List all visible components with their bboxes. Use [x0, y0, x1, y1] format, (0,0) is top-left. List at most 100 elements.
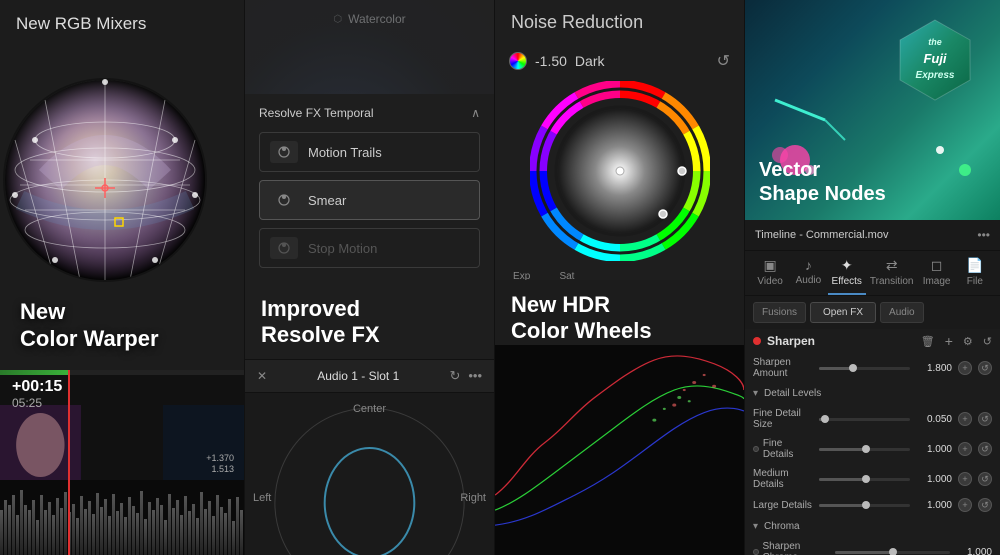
chroma-label: Chroma [764, 521, 800, 532]
fine-details-add-btn[interactable]: + [958, 442, 972, 456]
color-warper-title: New Color Warper [20, 299, 159, 352]
crosshair-coords: +1.370 1.513 [206, 453, 234, 475]
sharpen-chroma-slider[interactable] [835, 551, 950, 554]
sharpen-chroma-dot [753, 549, 759, 555]
exp-label: Exp [513, 271, 530, 280]
fine-detail-size-add-btn[interactable]: + [958, 412, 972, 426]
color-wheel-svg [530, 81, 710, 261]
audio-close-btn[interactable]: ✕ [257, 369, 267, 383]
tab-transition[interactable]: ⇄ Transition [866, 251, 918, 295]
audio-refresh-icon[interactable]: ↻ [449, 368, 460, 384]
panel-rgb-mixers: New RGB Mixers [0, 0, 245, 555]
fine-details-label-group: Fine Details [753, 438, 813, 460]
svg-text:the: the [928, 37, 942, 47]
fx-stop-motion[interactable]: Stop Motion [259, 228, 480, 268]
exp-param: Exp 0.00 [509, 271, 534, 280]
tab-image[interactable]: ◻ Image [917, 251, 955, 295]
medium-details-label: Medium Details [753, 468, 813, 490]
chroma-header[interactable]: ▾ Chroma [753, 516, 992, 537]
fine-details-fill [819, 448, 864, 451]
sharpen-chroma-value: 1.000 [956, 547, 992, 555]
sharpen-amount-add-btn[interactable]: + [958, 361, 972, 375]
fine-details-slider[interactable] [819, 448, 910, 451]
sharpen-delete-icon[interactable]: 🗑 [921, 335, 935, 348]
sharpen-amount-value: 1.800 [916, 363, 952, 374]
large-details-label: Large Details [753, 500, 813, 511]
audio-btn[interactable]: Audio [880, 302, 924, 323]
detail-chevron-icon: ▾ [753, 388, 758, 399]
fine-detail-size-more-btn[interactable]: ↺ [978, 412, 992, 426]
fine-details-label: Fine Details [763, 438, 814, 460]
motion-trails-icon [270, 141, 298, 163]
large-details-slider[interactable] [819, 504, 910, 507]
surround-analyzer: Center Left Right [245, 397, 494, 555]
wheel-reset-btn[interactable]: ↺ [717, 51, 730, 71]
tab-audio[interactable]: ♪ Audio [789, 251, 827, 295]
wheel-header-left: -1.50 Dark [509, 52, 604, 70]
sharpen-chroma-row: Sharpen Chroma 1.000 [753, 537, 992, 555]
fine-details-more-btn[interactable]: ↺ [978, 442, 992, 456]
timeline-bar[interactable] [0, 370, 244, 375]
medium-details-more-btn[interactable]: ↺ [978, 472, 992, 486]
medium-details-add-btn[interactable]: + [958, 472, 972, 486]
tab-effects[interactable]: ✦ Effects [828, 251, 866, 295]
sharpen-amount-dot [849, 364, 857, 372]
vector-shape-line2: Shape Nodes [759, 182, 886, 206]
hdr-title-section: New HDR Color Wheels [495, 280, 744, 345]
tab-file-label: File [967, 276, 983, 287]
fine-details-value: 1.000 [916, 444, 952, 455]
fusions-btn[interactable]: Fusions [753, 302, 806, 323]
sharpen-add-icon[interactable]: + [945, 333, 953, 349]
sharpen-header-row: Sharpen 🗑 + ⚙ ↺ [753, 329, 992, 353]
timeline-more-btn[interactable]: ••• [977, 228, 990, 242]
sharpen-settings-icon[interactable]: ⚙ [963, 335, 973, 348]
tab-file[interactable]: 📄 File [956, 251, 994, 295]
sharpen-chroma-label: Sharpen Chroma [763, 541, 830, 555]
timeline-time-sub: 05:25 [12, 396, 62, 410]
audio-more-icon[interactable]: ••• [468, 368, 482, 384]
detail-levels-header[interactable]: ▾ Detail Levels [753, 383, 992, 404]
video-tab-icon: ▣ [755, 257, 785, 274]
sat-param: Sat 1.00 [554, 271, 579, 280]
sharpen-amount-slider[interactable] [819, 367, 910, 370]
surround-analyzer-section: ✕ Audio 1 - Slot 1 ↻ ••• Center Left [245, 360, 494, 555]
fine-detail-size-slider[interactable] [819, 418, 910, 421]
sharpen-amount-label: Sharpen Amount [753, 357, 813, 379]
sharpen-more-icon[interactable]: ↺ [983, 335, 992, 348]
medium-details-fill [819, 478, 864, 481]
color-wheel-header: -1.50 Dark ↺ [495, 45, 744, 77]
improved-title-line2: Resolve FX [261, 322, 478, 348]
motion-trails-label: Motion Trails [308, 145, 382, 160]
tab-video[interactable]: ▣ Video [751, 251, 789, 295]
open-fx-btn[interactable]: Open FX [810, 302, 876, 323]
wheel-value: -1.50 [535, 53, 567, 69]
fine-detail-size-dot [821, 415, 829, 423]
sharpen-amount-more-btn[interactable]: ↺ [978, 361, 992, 375]
stop-motion-icon [270, 237, 298, 259]
color-wheel[interactable] [530, 81, 710, 261]
stop-motion-label: Stop Motion [308, 241, 377, 256]
noise-title-bar: Noise Reduction [495, 0, 744, 45]
large-details-dot [862, 501, 870, 509]
large-details-add-btn[interactable]: + [958, 498, 972, 512]
medium-details-slider[interactable] [819, 478, 910, 481]
fx-collapse-icon[interactable]: ∧ [471, 106, 480, 120]
fx-smear[interactable]: Smear [259, 180, 480, 220]
sharpen-amount-row: Sharpen Amount 1.800 + ↺ [753, 353, 992, 383]
medium-details-row: Medium Details 1.000 + ↺ [753, 464, 992, 494]
timeline-section: +00:15 05:25 [0, 370, 244, 555]
audio-header: ✕ Audio 1 - Slot 1 ↻ ••• [245, 360, 494, 393]
tab-image-label: Image [923, 276, 951, 287]
waveform-svg [0, 480, 244, 555]
large-details-more-btn[interactable]: ↺ [978, 498, 992, 512]
svg-text:Express: Express [916, 70, 955, 81]
panel-resolve-fx: ⬡ Watercolor Resolve FX Temporal ∧ Motio… [245, 0, 495, 555]
thumb-2-content [82, 405, 163, 485]
fine-detail-size-label: Fine Detail Size [753, 408, 813, 430]
sharpen-chroma-label-group: Sharpen Chroma [753, 541, 829, 555]
color-warper-section: New RGB Mixers [0, 0, 244, 370]
fx-sub-tabs: Fusions Open FX Audio [745, 296, 1000, 329]
fx-header: Resolve FX Temporal ∧ [259, 106, 480, 120]
vector-shape-section: the Fuji Express Vector Shape Nodes [745, 0, 1000, 220]
fx-motion-trails[interactable]: Motion Trails [259, 132, 480, 172]
